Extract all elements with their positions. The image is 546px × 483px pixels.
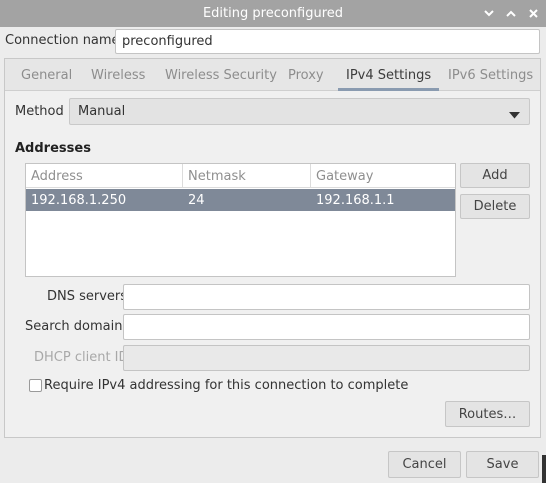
gateway-cell[interactable]: 192.168.1.1	[311, 189, 395, 211]
table-row[interactable]: 192.168.1.250 24 192.168.1.1	[26, 189, 455, 211]
column-netmask[interactable]: Netmask	[183, 164, 311, 188]
method-label: Method	[15, 104, 64, 119]
column-address[interactable]: Address	[26, 164, 183, 188]
connection-name-input[interactable]: preconfigured	[115, 29, 540, 54]
method-select[interactable]: Manual	[69, 98, 530, 125]
tab-ipv4-settings[interactable]: IPv4 Settings	[337, 59, 440, 91]
require-ipv4-label[interactable]: Require IPv4 addressing for this connect…	[44, 378, 408, 393]
chevron-down-icon[interactable]	[482, 7, 496, 21]
delete-address-button[interactable]: Delete	[460, 194, 530, 219]
dhcp-client-id-label: DHCP client ID	[34, 350, 129, 365]
dropdown-arrow-icon	[509, 108, 520, 123]
tab-wireless-security[interactable]: Wireless Security	[165, 59, 277, 91]
tab-general[interactable]: General	[21, 59, 72, 91]
cancel-button[interactable]: Cancel	[388, 451, 461, 478]
add-address-button[interactable]: Add	[460, 163, 530, 188]
window-title: Editing preconfigured	[202, 6, 344, 21]
tab-wireless[interactable]: Wireless	[91, 59, 145, 91]
settings-notebook: General Wireless Wireless Security Proxy…	[4, 58, 541, 438]
window-controls	[482, 0, 540, 27]
search-domains-input[interactable]	[123, 314, 530, 340]
tab-ipv6-settings[interactable]: IPv6 Settings	[448, 59, 533, 91]
close-icon[interactable]	[526, 7, 540, 21]
tab-proxy[interactable]: Proxy	[288, 59, 324, 91]
require-ipv4-checkbox[interactable]	[29, 379, 42, 392]
connection-name-label: Connection name	[5, 33, 120, 48]
addresses-table-header: Address Netmask Gateway	[26, 164, 455, 188]
tab-bar: General Wireless Wireless Security Proxy…	[5, 59, 540, 91]
dns-servers-label: DNS servers	[47, 289, 128, 304]
window-titlebar: Editing preconfigured	[0, 0, 546, 27]
dhcp-client-id-input	[123, 345, 530, 371]
dns-servers-input[interactable]	[123, 284, 530, 310]
method-value: Manual	[78, 104, 126, 119]
netmask-cell[interactable]: 24	[183, 189, 205, 211]
column-gateway[interactable]: Gateway	[311, 164, 455, 188]
addresses-heading: Addresses	[15, 141, 91, 156]
window-edge	[542, 455, 546, 483]
save-button[interactable]: Save	[466, 451, 539, 478]
addresses-table: Address Netmask Gateway 192.168.1.250 24…	[25, 163, 456, 277]
search-domains-label: Search domains	[25, 319, 130, 334]
chevron-up-icon[interactable]	[504, 7, 518, 21]
routes-button[interactable]: Routes…	[445, 401, 530, 427]
address-cell[interactable]: 192.168.1.250	[26, 189, 126, 211]
connection-name-value: preconfigured	[122, 34, 213, 49]
